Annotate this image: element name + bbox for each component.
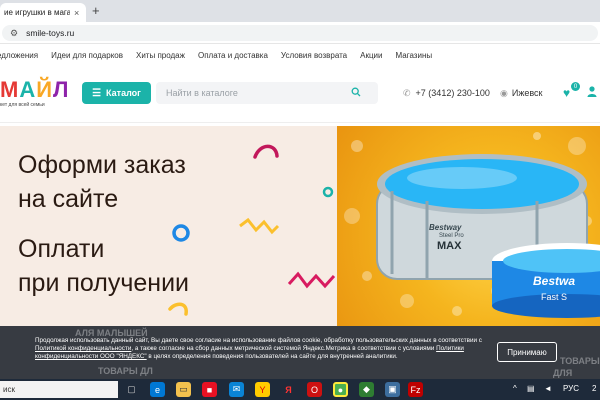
catalog-button[interactable]: ☰ Каталог — [82, 82, 151, 104]
address-bar: ⚙ smile-toys.ru — [0, 22, 600, 44]
yandex-icon[interactable]: Я — [281, 382, 296, 397]
filezilla-icon[interactable]: Fz — [408, 382, 423, 397]
url-field[interactable]: ⚙ smile-toys.ru — [2, 25, 598, 41]
hero-line-1: Оформи заказ — [18, 151, 186, 179]
network-icon[interactable]: ▤ — [527, 384, 535, 393]
logo-tagline: кет для всей семьи — [0, 102, 45, 108]
city-name: Ижевск — [511, 88, 543, 98]
app-icon-green[interactable]: ◆ — [359, 382, 374, 397]
phone-icon: ✆ — [403, 88, 411, 98]
user-icon[interactable] — [587, 86, 597, 100]
taskbar-search[interactable]: иск — [0, 381, 118, 398]
cookie-text: Продолжая использовать данный сайт, Вы д… — [35, 337, 485, 361]
logo-word: МАЙЛ — [0, 79, 69, 101]
pool-brand: Bestway — [429, 223, 462, 232]
site-header: МАЙЛ кет для всей семьи ☰ Каталог ✆ +7 (3… — [0, 65, 600, 123]
hero-line-2: на сайте — [18, 185, 119, 213]
search-icon[interactable] — [351, 87, 361, 100]
hero-line-4: при получении — [18, 269, 189, 297]
location-pin-icon: ◉ — [500, 88, 508, 98]
browser-tab[interactable]: ие игрушки в магазине × — [0, 3, 86, 22]
top-link-promotions[interactable]: Акции — [360, 51, 382, 60]
edge-icon[interactable]: e — [150, 382, 165, 397]
site-info-icon[interactable]: ⚙ — [10, 28, 18, 39]
category-peek-right-1: ТОВАРЫ — [560, 356, 600, 366]
windows-taskbar: иск ▢ e ▭ ■ ✉ Y Я O ● ◆ ▣ Fz ^ ▤ ◄ РУС 2 — [0, 379, 600, 400]
favorites-count-badge: 0 — [571, 82, 580, 91]
taskbar-search-text: иск — [3, 385, 15, 394]
file-explorer-icon[interactable]: ▭ — [176, 382, 191, 397]
volume-icon[interactable]: ◄ — [544, 384, 552, 393]
top-link-offers[interactable]: едложения — [0, 51, 38, 60]
pool2-model: Fast S — [541, 292, 568, 302]
logo-letter: М — [0, 77, 20, 102]
language-indicator[interactable]: РУС — [563, 384, 579, 393]
site-logo[interactable]: МАЙЛ кет для всей семьи — [0, 79, 69, 109]
top-link-bestsellers[interactable]: Хиты продаж — [136, 51, 185, 60]
menu-icon: ☰ — [92, 87, 102, 99]
hero-text-panel: Оформи заказ на сайте Оплати при получен… — [0, 126, 337, 326]
cookie-consent-banner: ТОВАРЫ ДЛ АЛЯ МАЛЫШЕЙ ТОВАРЫ ДЛЯ ШКОЛЫ П… — [0, 326, 600, 389]
app-icon-blue[interactable]: ▣ — [385, 382, 400, 397]
privacy-policy-link[interactable]: Политикой конфиденциальности — [35, 345, 131, 352]
hero-line-3: Оплати — [18, 235, 105, 263]
top-link-returns[interactable]: Условия возврата — [281, 51, 347, 60]
peek-left-line-1: ТОВАРЫ ДЛ — [98, 366, 153, 376]
pool2-brand: Bestwa — [533, 274, 576, 288]
url-text: smile-toys.ru — [26, 28, 75, 38]
opera-icon[interactable]: O — [307, 382, 322, 397]
pool-model-line-2: MAX — [437, 240, 462, 252]
cookie-text-part-1: Продолжая использовать данный сайт, Вы д… — [35, 337, 482, 344]
top-link-payment-delivery[interactable]: Оплата и доставка — [198, 51, 268, 60]
task-view-icon[interactable]: ▢ — [124, 382, 139, 397]
phone-link[interactable]: ✆ +7 (3412) 230-100 — [403, 88, 490, 99]
store-icon[interactable]: ■ — [202, 382, 217, 397]
clock[interactable]: 2 — [592, 384, 596, 393]
hero-pool-image: Bestway Steel Pro MAX Bestwa Fast S — [337, 126, 600, 326]
heart-icon[interactable]: ♥ — [563, 86, 570, 100]
cookie-text-part-2: , а также согласие на сбор данных метрич… — [131, 345, 437, 352]
tray-chevron-icon[interactable]: ^ — [513, 384, 517, 393]
logo-letter: Й — [36, 77, 54, 102]
category-peek-left: ТОВАРЫ ДЛ — [98, 366, 153, 377]
search-input[interactable] — [156, 88, 351, 98]
top-links-bar: едложения Идеи для подарков Хиты продаж … — [0, 45, 600, 65]
close-tab-icon[interactable]: × — [74, 8, 79, 18]
top-link-gift-ideas[interactable]: Идеи для подарков — [51, 51, 123, 60]
accept-cookies-button[interactable]: Принимаю — [497, 342, 557, 362]
tab-title: ие игрушки в магазине — [4, 8, 70, 17]
browser-tab-bar: ие игрушки в магазине × + — [0, 0, 600, 22]
search-box — [156, 82, 378, 104]
cookie-text-part-3: в целях определения поведения пользовате… — [146, 353, 398, 360]
city-selector[interactable]: ◉ Ижевск — [500, 88, 542, 99]
logo-letter: Л — [53, 77, 70, 102]
top-link-stores[interactable]: Магазины — [396, 51, 433, 60]
yandex-browser-icon[interactable]: Y — [255, 382, 270, 397]
phone-number: +7 (3412) 230-100 — [415, 88, 490, 98]
chrome-icon[interactable]: ● — [333, 382, 348, 397]
catalog-label: Каталог — [106, 88, 141, 98]
new-tab-button[interactable]: + — [92, 3, 100, 19]
hero-banner[interactable]: Оформи заказ на сайте Оплати при получен… — [0, 126, 600, 326]
pool-model-line-1: Steel Pro — [439, 233, 464, 239]
mail-icon[interactable]: ✉ — [229, 382, 244, 397]
logo-letter: А — [19, 77, 37, 102]
